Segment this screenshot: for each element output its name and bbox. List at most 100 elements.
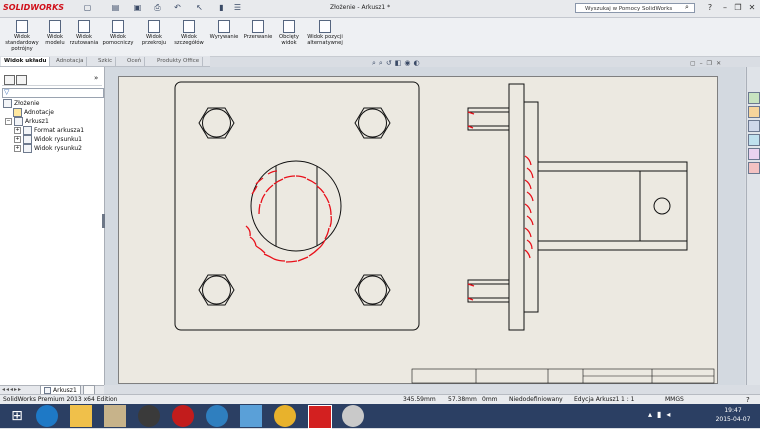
sheet-tab-icon — [44, 387, 51, 394]
model-view-button[interactable]: Widok modelu — [44, 20, 66, 54]
help-search-input[interactable]: Wyszukaj w Pomocy SolidWorks — [575, 3, 695, 13]
crop-view-button[interactable]: Obcięty widok — [276, 20, 302, 54]
button-label: Widok przekroju — [141, 34, 167, 46]
close-icon[interactable]: ✕ — [745, 2, 759, 14]
hex-bolt-top-right — [354, 107, 391, 139]
resources-icon[interactable] — [748, 92, 760, 104]
expand-icon[interactable]: + — [14, 145, 21, 152]
custom-properties-icon[interactable] — [748, 162, 760, 174]
expand-panel-icon[interactable]: » — [94, 74, 98, 82]
tab-view-layout[interactable]: Widok układu — [1, 57, 51, 66]
system-tray[interactable]: ▴▮◂ — [648, 410, 675, 419]
undo-icon[interactable]: ↶ — [172, 3, 183, 13]
tree-item-sheet[interactable]: − Arkusz1 — [5, 117, 49, 126]
tray-chevron-icon[interactable]: ▴ — [648, 410, 657, 419]
chrome-icon[interactable] — [274, 405, 296, 427]
tree-item-label: Widok rysunku2 — [34, 145, 82, 152]
options-icon[interactable]: ☰ — [232, 3, 243, 13]
view-palette-icon[interactable] — [748, 134, 760, 146]
select-icon[interactable]: ↖ — [194, 3, 205, 13]
broken-out-section-button[interactable]: Wyrywanie — [208, 20, 240, 54]
tab-sketch[interactable]: Szkic — [95, 57, 117, 66]
heads-up-view-toolbar[interactable]: ⌕⌕↺◧◉◐ — [372, 59, 487, 68]
feature-tree-icon[interactable] — [4, 75, 15, 85]
collapse-icon[interactable]: − — [5, 118, 12, 125]
button-label: Widok modelu — [45, 34, 65, 46]
tab-office-products[interactable]: Produkty Office — [154, 57, 204, 66]
crop-view-icon — [283, 20, 295, 33]
minimize-icon[interactable]: – — [718, 2, 732, 14]
appearance-icon[interactable]: ◐ — [413, 59, 422, 67]
power-app-icon[interactable] — [172, 405, 194, 427]
tab-annotation[interactable]: Adnotacja — [53, 57, 88, 66]
filter-field[interactable]: ▽ — [2, 88, 104, 98]
search-icon[interactable]: ⌕ — [685, 3, 689, 12]
tree-item-label: Format arkusza1 — [34, 127, 85, 134]
new-icon[interactable]: ▢ — [82, 3, 93, 13]
tree-root[interactable]: Złożenie — [3, 99, 40, 108]
search-placeholder: Wyszukaj w Pomocy SolidWorks — [585, 6, 673, 12]
tree-item-drawing-view1[interactable]: + Widok rysunku1 — [14, 135, 82, 144]
restore-view-icon[interactable]: ❐ — [707, 60, 716, 67]
file-explorer-icon[interactable] — [748, 120, 760, 132]
zoom-to-fit-icon[interactable]: ⌕ — [372, 59, 379, 67]
media-player-icon[interactable] — [138, 405, 160, 427]
standard-3-view-button[interactable]: Widok standardowy potrójny — [2, 20, 42, 54]
viewport-controls[interactable]: ▢–❐✕ — [690, 60, 740, 68]
title-block — [411, 368, 715, 384]
open-icon[interactable]: ▤ — [110, 3, 121, 13]
button-label: Widok pomocniczy — [102, 34, 134, 46]
alternate-position-view-button[interactable]: Widok pozycji alternatywnej — [304, 20, 346, 54]
app3-taskbar-icon[interactable] — [240, 405, 262, 427]
drawing-views — [174, 81, 715, 384]
network-icon[interactable]: ▮ — [657, 410, 666, 419]
tree-item-sheet-format[interactable]: + Format arkusza1 — [14, 126, 84, 135]
rebuild-icon[interactable]: ▮ — [216, 3, 227, 13]
break-button[interactable]: Przerwanie — [242, 20, 274, 54]
design-library-icon[interactable] — [748, 106, 760, 118]
app4-taskbar-icon[interactable] — [342, 405, 364, 427]
close-view-icon[interactable]: ✕ — [716, 60, 725, 67]
restore-icon[interactable]: ❐ — [731, 2, 745, 14]
internet-explorer-icon[interactable] — [36, 405, 58, 427]
clock-date: 2015-04-07 — [715, 416, 751, 423]
detail-view-icon — [183, 20, 195, 33]
detail-view-button[interactable]: Widok szczegółów — [172, 20, 206, 54]
section-view-button[interactable]: Widok przekroju — [138, 20, 170, 54]
auxiliary-view-button[interactable]: Widok pomocniczy — [102, 20, 134, 54]
volume-icon[interactable]: ◂ — [666, 410, 675, 419]
model-view-icon — [49, 20, 61, 33]
minimize-view-icon[interactable]: – — [700, 60, 707, 67]
tree-item-label: Arkusz1 — [25, 118, 49, 125]
display-style-icon[interactable]: ◧ — [395, 59, 405, 67]
start-icon[interactable]: ⊞ — [6, 405, 28, 427]
tree-item-drawing-view2[interactable]: + Widok rysunku2 — [14, 144, 82, 153]
solidworks-taskbar-icon[interactable] — [308, 405, 332, 429]
app2-taskbar-icon[interactable] — [206, 405, 228, 427]
drawing-view-icon — [23, 135, 32, 144]
sheet-format-icon — [23, 126, 32, 135]
property-manager-icon[interactable] — [16, 75, 27, 85]
app-taskbar-icon[interactable] — [104, 405, 126, 427]
help-icon[interactable]: ? — [703, 2, 717, 14]
zoom-to-area-icon[interactable]: ⌕ — [379, 59, 386, 67]
projected-view-button[interactable]: Widok rzutowania — [68, 20, 100, 54]
appearances-icon[interactable] — [748, 148, 760, 160]
button-label: Widok szczegółów — [174, 34, 204, 46]
expand-icon[interactable]: + — [14, 127, 21, 134]
file-explorer-taskbar-icon[interactable] — [70, 405, 92, 427]
clock[interactable]: 19:47 2015-04-07 — [710, 406, 756, 424]
previous-view-icon[interactable]: ↺ — [386, 59, 395, 67]
annotations-icon — [13, 108, 22, 117]
hex-bolt-bottom-right — [354, 274, 391, 306]
center-shaft-circle — [250, 160, 342, 252]
panel-toolbar: » — [2, 74, 102, 86]
tab-evaluate[interactable]: Oceń — [124, 57, 146, 66]
expand-icon[interactable]: + — [14, 136, 21, 143]
viewport-icon[interactable]: ▢ — [690, 60, 700, 67]
section-view-icon — [148, 20, 160, 33]
print-icon[interactable]: ⎙ — [152, 3, 163, 13]
tree-item-annotations[interactable]: Adnotacje — [13, 108, 54, 117]
sheet-nav-arrows[interactable]: ◂◂◂▸▸ — [2, 386, 22, 393]
save-icon[interactable]: ▣ — [132, 3, 143, 13]
